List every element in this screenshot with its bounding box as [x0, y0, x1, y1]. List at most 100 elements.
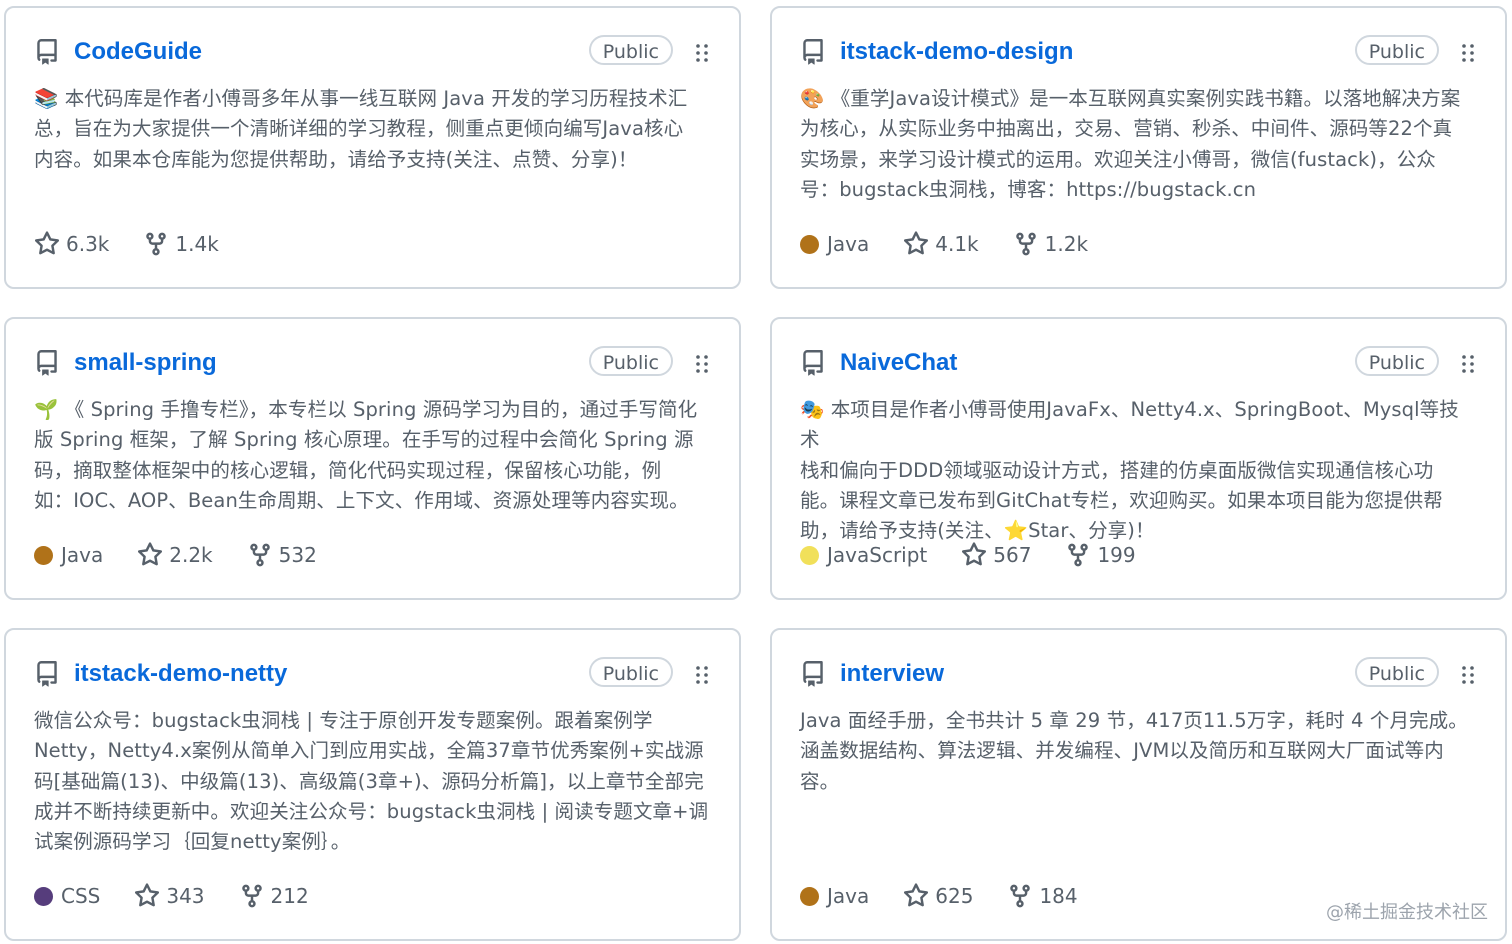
- repo-name-link[interactable]: small-spring: [74, 349, 217, 377]
- forks-link[interactable]: 1.2k: [1013, 231, 1088, 257]
- description-text: 微信公众号：bugstack虫洞栈 | 专注于原创开发专题案例。跟着案例学 Ne…: [34, 709, 709, 854]
- star-icon: [134, 883, 166, 909]
- fork-icon: [239, 883, 271, 909]
- repo-meta: Java 625 184: [800, 881, 1112, 911]
- repo-icon: [34, 38, 60, 66]
- repo-meta: CSS 343 212: [34, 881, 343, 911]
- fork-icon: [1007, 883, 1039, 909]
- language-label: Java: [61, 543, 104, 567]
- stars-link[interactable]: 625: [903, 883, 973, 909]
- description-text: 本代码库是作者小傅哥多年从事一线互联网 Java 开发的学习历程技术汇 总，旨在…: [34, 87, 688, 171]
- language: JavaScript: [800, 543, 927, 567]
- repo-name-link[interactable]: NaiveChat: [840, 349, 957, 377]
- repo-icon: [34, 349, 60, 377]
- forks-count: 532: [278, 543, 317, 567]
- language-color-dot: [800, 234, 819, 254]
- repo-icon: [800, 349, 826, 377]
- language: Java: [800, 884, 869, 908]
- language-label: Java: [827, 884, 870, 908]
- stars-count: 6.3k: [66, 232, 110, 256]
- drag-handle-icon[interactable]: [1461, 665, 1475, 685]
- fork-icon: [1013, 231, 1045, 257]
- star-icon: [34, 231, 66, 257]
- forks-link[interactable]: 532: [247, 542, 317, 568]
- repo-icon: [800, 38, 826, 66]
- description-emoji: 🎨: [800, 87, 825, 110]
- description-emoji: 📚: [34, 87, 59, 110]
- repo-card: NaiveChat Public 🎭 本项目是作者小傅哥使用JavaFx、Net…: [770, 317, 1507, 600]
- repo-name-link[interactable]: itstack-demo-design: [840, 38, 1073, 66]
- repo-card: CodeGuide Public 📚 本代码库是作者小傅哥多年从事一线互联网 J…: [4, 6, 741, 289]
- stars-count: 625: [935, 884, 974, 908]
- repo-card: small-spring Public 🌱 《 Spring 手撸专栏》，本专栏…: [4, 317, 741, 600]
- stars-count: 4.1k: [935, 232, 979, 256]
- drag-handle-icon[interactable]: [1461, 43, 1475, 63]
- fork-icon: [143, 231, 175, 257]
- repo-description: Java 面经手册，全书共计 5 章 29 节，417页11.5万字，耗时 4 …: [800, 706, 1477, 797]
- drag-handle-icon[interactable]: [695, 354, 709, 374]
- description-emoji: 🌱: [34, 398, 59, 421]
- visibility-badge: Public: [588, 657, 673, 687]
- language-color-dot: [800, 545, 819, 565]
- visibility-badge: Public: [588, 346, 673, 376]
- repo-meta: 6.3k 1.4k: [34, 229, 253, 259]
- language: Java: [34, 543, 103, 567]
- star-icon: [903, 883, 935, 909]
- description-text: Java 面经手册，全书共计 5 章 29 节，417页11.5万字，耗时 4 …: [800, 709, 1468, 793]
- drag-handle-icon[interactable]: [1461, 354, 1475, 374]
- watermark: @稀土掘金技术社区: [1326, 902, 1488, 923]
- repo-meta: JavaScript 567 199: [800, 540, 1170, 570]
- description-text: 《重学Java设计模式》是一本互联网真实案例实践书籍。以落地解决方案 为核心，从…: [800, 87, 1461, 201]
- description-emoji: 🎭: [800, 398, 825, 421]
- visibility-badge: Public: [1354, 35, 1439, 65]
- repo-meta: Java 2.2k 532: [34, 540, 351, 570]
- drag-handle-icon[interactable]: [695, 665, 709, 685]
- forks-link[interactable]: 199: [1065, 542, 1136, 568]
- repo-card: interview Public Java 面经手册，全书共计 5 章 29 节…: [770, 628, 1507, 941]
- drag-handle-icon[interactable]: [695, 43, 709, 63]
- repo-name-link[interactable]: interview: [840, 660, 944, 688]
- stars-link[interactable]: 2.2k: [137, 542, 213, 568]
- visibility-badge: Public: [1354, 346, 1439, 376]
- forks-link[interactable]: 184: [1007, 883, 1078, 909]
- language-label: JavaScript: [827, 543, 928, 567]
- star-icon: [903, 231, 935, 257]
- language-color-dot: [34, 886, 53, 906]
- repo-name-link[interactable]: CodeGuide: [74, 38, 202, 66]
- forks-count: 184: [1039, 884, 1078, 908]
- pinned-repos-grid: CodeGuide Public 📚 本代码库是作者小傅哥多年从事一线互联网 J…: [0, 0, 1512, 944]
- stars-link[interactable]: 567: [961, 542, 1031, 568]
- description-text: 《 Spring 手撸专栏》，本专栏以 Spring 源码学习为目的，通过手写简…: [34, 398, 698, 512]
- star-icon: [961, 542, 993, 568]
- star-icon: [137, 542, 169, 568]
- repo-description: 📚 本代码库是作者小傅哥多年从事一线互联网 Java 开发的学习历程技术汇 总，…: [34, 84, 711, 175]
- stars-count: 343: [166, 884, 205, 908]
- repo-icon: [34, 660, 60, 688]
- forks-link[interactable]: 212: [239, 883, 309, 909]
- visibility-badge: Public: [1354, 657, 1439, 687]
- language: Java: [800, 232, 869, 256]
- repo-name-link[interactable]: itstack-demo-netty: [74, 660, 287, 688]
- forks-count: 1.4k: [175, 232, 219, 256]
- fork-icon: [247, 542, 279, 568]
- language: CSS: [34, 884, 100, 908]
- repo-icon: [800, 660, 826, 688]
- stars-count: 567: [993, 543, 1032, 567]
- language-label: Java: [827, 232, 870, 256]
- repo-description: 🎭 本项目是作者小傅哥使用JavaFx、Netty4.x、SpringBoot、…: [800, 395, 1477, 546]
- repo-card: itstack-demo-design Public 🎨 《重学Java设计模式…: [770, 6, 1507, 289]
- forks-link[interactable]: 1.4k: [143, 231, 219, 257]
- language-color-dot: [800, 886, 819, 906]
- forks-count: 199: [1097, 543, 1136, 567]
- forks-count: 212: [270, 884, 309, 908]
- repo-description: 🎨 《重学Java设计模式》是一本互联网真实案例实践书籍。以落地解决方案 为核心…: [800, 84, 1477, 205]
- stars-link[interactable]: 343: [134, 883, 205, 909]
- stars-count: 2.2k: [169, 543, 213, 567]
- visibility-badge: Public: [588, 35, 673, 65]
- stars-link[interactable]: 4.1k: [903, 231, 979, 257]
- repo-description: 🌱 《 Spring 手撸专栏》，本专栏以 Spring 源码学习为目的，通过手…: [34, 395, 711, 516]
- stars-link[interactable]: 6.3k: [34, 231, 109, 257]
- forks-count: 1.2k: [1044, 232, 1089, 256]
- description-text: 本项目是作者小傅哥使用JavaFx、Netty4.x、SpringBoot、My…: [800, 398, 1459, 543]
- repo-meta: Java 4.1k 1.2k: [800, 229, 1122, 259]
